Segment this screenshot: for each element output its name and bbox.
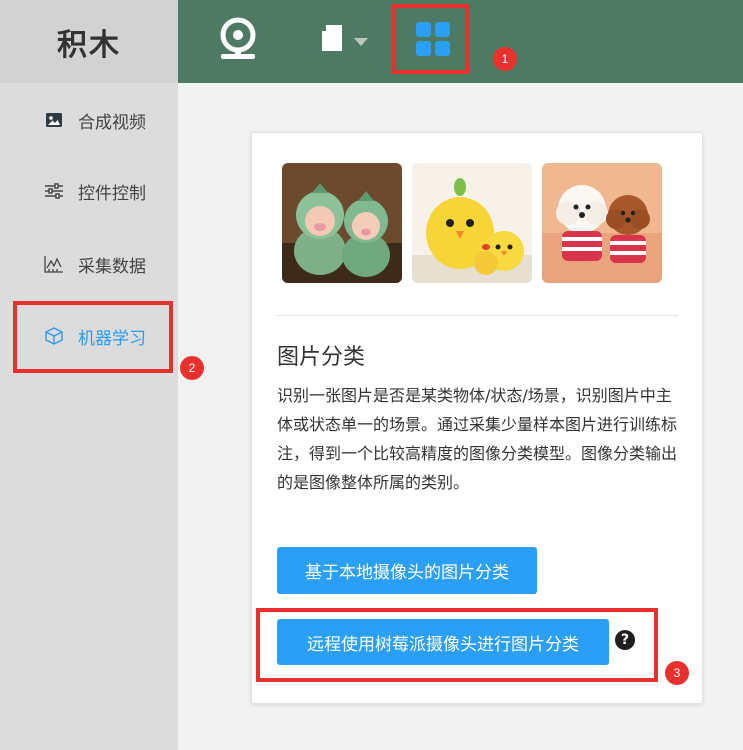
app-logo: 积木 (0, 0, 178, 83)
sidebar-item-label: 合成视频 (78, 112, 146, 133)
local-camera-classify-button[interactable]: 基于本地摄像头的图片分类 (277, 547, 537, 594)
top-toolbar (178, 0, 743, 83)
sidebar-item-label: 控件控制 (78, 183, 146, 204)
apps-grid-button[interactable] (410, 20, 456, 62)
sidebar: 积木 合成视频 控件控制 采集数据 机器学习 (0, 0, 178, 750)
sidebar-item-data[interactable]: 采集数据 (0, 244, 178, 284)
remote-raspberry-classify-button[interactable]: 远程使用树莓派摄像头进行图片分类 (277, 619, 609, 665)
step-badge-1: 1 (493, 47, 517, 71)
help-icon[interactable]: ? (615, 630, 635, 650)
sidebar-item-controls[interactable]: 控件控制 (0, 171, 178, 211)
webcam-button[interactable] (214, 16, 262, 64)
sidebar-item-ml[interactable]: 机器学习 (0, 316, 178, 356)
sample-image-plush-pigs (282, 163, 402, 283)
sample-image-puppies (542, 163, 662, 283)
step-badge-2: 2 (180, 356, 204, 380)
sliders-icon (44, 181, 64, 201)
cube-icon (44, 326, 64, 346)
chart-icon (44, 254, 64, 274)
card-title: 图片分类 (277, 345, 366, 370)
file-menu-button[interactable] (312, 20, 374, 60)
sample-image-plush-chicks (412, 163, 532, 283)
grid-apps-icon (416, 22, 450, 60)
webcam-icon (216, 16, 260, 64)
step-badge-3: 3 (665, 661, 689, 685)
sidebar-item-video[interactable]: 合成视频 (0, 100, 178, 140)
card-divider (276, 315, 678, 316)
file-icon (318, 22, 346, 58)
chevron-down-icon (354, 31, 368, 50)
card-description: 识别一张图片是否是某类物体/状态/场景，识别图片中主体或状态单一的场景。通过采集… (277, 386, 678, 492)
sidebar-item-label: 机器学习 (78, 328, 146, 349)
image-classification-card: 图片分类 识别一张图片是否是某类物体/状态/场景，识别图片中主体或状态单一的场景… (251, 132, 703, 704)
sidebar-item-label: 采集数据 (78, 256, 146, 277)
image-icon (44, 110, 64, 130)
